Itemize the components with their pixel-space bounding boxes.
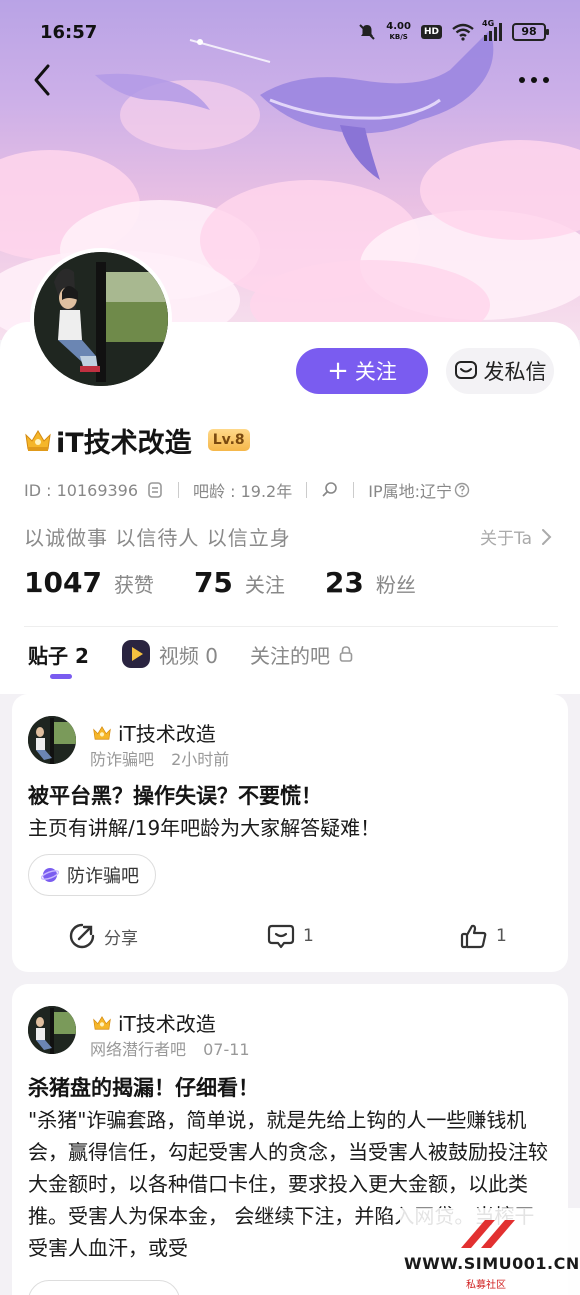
profile-tabs: 贴子 2 视频 0 关注的吧 bbox=[28, 634, 386, 674]
tab-posts[interactable]: 贴子 2 bbox=[28, 635, 89, 673]
tab-followed-forums[interactable]: 关注的吧 bbox=[250, 635, 354, 673]
post-title[interactable]: 杀猪盘的揭漏！仔细看！ bbox=[28, 1072, 259, 1102]
avatar[interactable] bbox=[30, 248, 172, 390]
crown-badge-icon bbox=[93, 725, 111, 740]
post-forum[interactable]: 网络潜行者吧 bbox=[90, 1040, 186, 1059]
planet-icon bbox=[41, 868, 59, 882]
more-options-icon[interactable] bbox=[516, 66, 552, 94]
lock-icon bbox=[339, 646, 353, 662]
watermark-logo bbox=[461, 1220, 515, 1248]
follow-button[interactable]: + 关注 bbox=[296, 348, 428, 394]
forum-chip[interactable] bbox=[28, 1280, 180, 1295]
plus-icon: + bbox=[327, 356, 349, 386]
tab-videos[interactable]: 视频 0 bbox=[121, 635, 218, 673]
ip-location: IP属地:辽宁 bbox=[368, 482, 453, 501]
username: iT技术改造 bbox=[56, 427, 192, 459]
stat-following[interactable]: 75 关注 bbox=[194, 566, 285, 599]
message-icon bbox=[454, 361, 477, 379]
share-button[interactable]: 分享 bbox=[68, 916, 138, 956]
wifi-icon bbox=[452, 23, 474, 41]
post-card[interactable]: iT技术改造 防诈骗吧 2小时前 被平台黑？操作失误？不要慌！ 主页有讲解/19… bbox=[12, 694, 568, 972]
copy-icon[interactable] bbox=[146, 481, 164, 499]
status-time: 16:57 bbox=[40, 22, 98, 43]
profile-stats: 1047 获赞 75 关注 23 粉丝 bbox=[24, 566, 456, 606]
hd-badge: HD bbox=[420, 25, 442, 39]
user-id: ID : 10169396 bbox=[24, 480, 139, 500]
forum-chip[interactable]: 防诈骗吧 bbox=[28, 854, 156, 896]
active-tab-indicator bbox=[50, 674, 72, 679]
crown-badge-icon bbox=[25, 430, 51, 451]
post-author-avatar[interactable] bbox=[28, 1006, 76, 1054]
user-motto: 以诚做事 以信待人 以信立身 bbox=[24, 526, 291, 550]
help-icon[interactable] bbox=[454, 482, 470, 498]
post-author-name[interactable]: iT技术改造 bbox=[118, 718, 216, 747]
thumbs-up-icon bbox=[460, 924, 487, 949]
like-button[interactable]: 1 bbox=[460, 916, 507, 956]
mute-icon bbox=[359, 24, 376, 40]
level-badge: Lv.8 bbox=[207, 429, 250, 451]
crown-badge-icon bbox=[93, 1015, 111, 1030]
stat-likes[interactable]: 1047 获赞 bbox=[24, 566, 154, 599]
chevron-right-icon bbox=[542, 528, 552, 545]
video-icon bbox=[121, 640, 150, 668]
post-body[interactable]: 主页有讲解/19年吧龄为大家解答疑难！ bbox=[28, 812, 552, 844]
post-author-name[interactable]: iT技术改造 bbox=[118, 1008, 216, 1037]
about-link[interactable]: 关于Ta bbox=[480, 524, 552, 549]
search-icon[interactable] bbox=[321, 481, 339, 499]
divider bbox=[24, 626, 558, 627]
share-icon bbox=[69, 923, 95, 949]
bar-age: 吧龄 : 19.2年 bbox=[193, 482, 293, 501]
status-bar: 16:57 4.00 KB/S HD 4G 98 bbox=[0, 0, 580, 66]
post-title[interactable]: 被平台黑？操作失误？不要慌！ bbox=[28, 780, 322, 810]
comment-button[interactable]: 1 bbox=[267, 916, 314, 956]
post-author-avatar[interactable] bbox=[28, 716, 76, 764]
post-forum[interactable]: 防诈骗吧 bbox=[90, 750, 154, 769]
stat-followers[interactable]: 23 粉丝 bbox=[325, 566, 416, 599]
watermark-text: WWW.SIMU001.CN bbox=[404, 1254, 580, 1273]
network-speed: 4.00 KB/S bbox=[386, 21, 411, 42]
signal-icon: 4G bbox=[482, 19, 502, 41]
post-time: 07-11 bbox=[203, 1040, 250, 1059]
battery-indicator: 98 bbox=[512, 23, 549, 41]
post-time: 2小时前 bbox=[171, 750, 230, 769]
back-icon[interactable] bbox=[28, 62, 58, 98]
send-message-button[interactable]: 发私信 bbox=[446, 348, 554, 394]
watermark-subtext: 私募社区 bbox=[466, 1280, 506, 1291]
comment-icon bbox=[267, 924, 295, 949]
